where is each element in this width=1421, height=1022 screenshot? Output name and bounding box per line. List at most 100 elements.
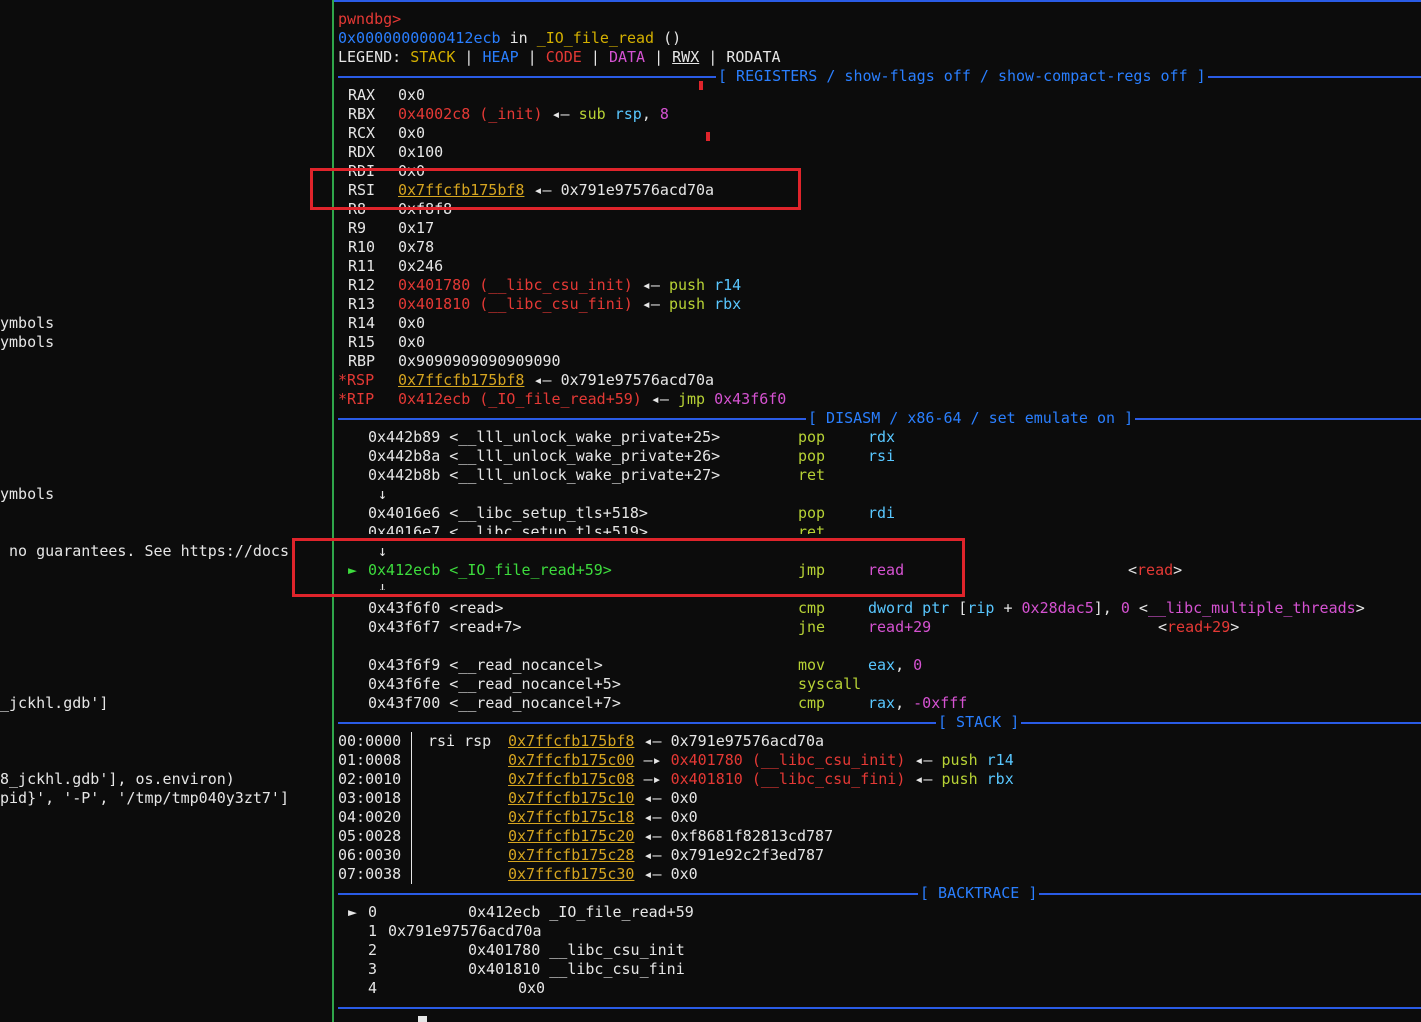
stack-entry: 0x7ffcfb175c10 ◂— 0x0 [508,789,698,807]
disasm-operands: read+29 [868,618,932,636]
disasm-operands: rax, -0xfff [868,694,968,712]
disasm-line: 0x43f6f9 <__read_nocancel> [368,656,603,674]
left-line: pid}', '-P', '/tmp/tmp040y3zt7'] [0,789,289,807]
jump-target: <read+29> [1158,618,1240,636]
register-rax: RAX [348,86,376,104]
stack-offset: 05:0028 [338,827,402,845]
disasm-mnemonic: cmp [798,599,826,617]
register-value: 0x78 [398,238,435,256]
stack-entry: 0x7ffcfb175c28 ◂— 0x791e92c2f3ed787 [508,846,825,864]
register-value: 0x401780 (__libc_csu_init) ◂— push r14 [398,276,742,294]
register-value: 0x0 [398,333,426,351]
disasm-line: 0x43f6f7 <read+7> [368,618,522,636]
register-value: 0x17 [398,219,435,237]
disasm-operands: eax, 0 [868,656,923,674]
disasm-mnemonic: ret [798,466,826,484]
disasm-operands: rdx [868,428,896,446]
disasm-line: 0x43f700 <__read_nocancel+7> [368,694,621,712]
highlight-box-rsi [310,168,801,210]
disasm-mnemonic: pop [798,504,826,522]
disasm-operands: dword ptr [rip + 0x28dac5], 0 <__libc_mu… [868,599,1365,617]
legend-code: CODE [545,48,582,66]
backtrace-frame: 0x401810 __libc_csu_fini [468,960,685,978]
disasm-mnemonic: syscall [798,675,862,693]
left-terminal-pane[interactable]: ymbols ymbols ymbols no guarantees. See … [0,0,332,1022]
backtrace-index: 2 [368,941,378,959]
stack-entry: 0x7ffcfb175c30 ◂— 0x0 [508,865,698,883]
backtrace-index: 0 [368,903,378,921]
left-line: ymbols [0,333,55,351]
register-rip: *RIP [338,390,375,408]
disasm-mnemonic: pop [798,447,826,465]
disasm-line: 0x442b8b <__lll_unlock_wake_private+27> [368,466,721,484]
register-rdx: RDX [348,143,376,161]
stack-entry: 0x7ffcfb175c18 ◂— 0x0 [508,808,698,826]
backtrace-marker-icon: ► [348,903,358,921]
disasm-line: 0x442b8a <__lll_unlock_wake_private+26> [368,447,721,465]
annotation-marker [699,81,703,90]
disasm-line: 0x442b89 <__lll_unlock_wake_private+25> [368,428,721,446]
stack-entry: 0x7ffcfb175c00 —▸ 0x401780 (__libc_csu_i… [508,751,1014,769]
backtrace-rule [338,893,1421,895]
location-address: 0x0000000000412ecb [338,29,501,47]
register-value: 0x9090909090909090 [398,352,561,370]
disasm-mnemonic: mov [798,656,826,674]
left-line: _jckhl.gdb'] [0,694,109,712]
register-r13: R13 [348,295,376,313]
disasm-mnemonic: cmp [798,694,826,712]
stack-offset: 04:0020 [338,808,402,826]
disasm-line: 0x4016e6 <__libc_setup_tls+518> [368,504,648,522]
register-value: 0x401810 (__libc_csu_fini) ◂— push rbx [398,295,742,313]
bottom-rule [338,1007,1421,1009]
register-r10: R10 [348,238,376,256]
legend-stack: STACK [410,48,456,66]
down-arrow-icon: ↓ [378,485,388,503]
disasm-operands: rdi [868,504,896,522]
pwndbg-terminal-pane[interactable]: pwndbg> 0x0000000000412ecb in _IO_file_r… [334,0,1421,1022]
stack-offset: 00:0000 [338,732,402,750]
register-rsp: *RSP [338,371,375,389]
left-line: ymbols [0,485,55,503]
register-r9: R9 [348,219,367,237]
legend-line: LEGEND: STACK | HEAP | CODE | DATA | RWX… [338,48,781,66]
register-value: 0x246 [398,257,444,275]
stack-divider [411,732,412,884]
disasm-line: 0x43f6fe <__read_nocancel+5> [368,675,621,693]
stack-header: [ STACK ] [936,713,1022,732]
stack-offset: 03:0018 [338,789,402,807]
disasm-line: 0x4016e7 <__libc_setup_tls+519> [368,523,648,534]
top-rule [334,0,1421,2]
left-line: 8_jckhl.gdb'], os.environ) [0,770,235,788]
stack-entry: 0x7ffcfb175bf8 ◂— 0x791e97576acd70a [508,732,825,750]
stack-entry: 0x7ffcfb175c20 ◂— 0xf8681f82813cd787 [508,827,834,845]
stack-offset: 06:0030 [338,846,402,864]
register-value: 0x412ecb (_IO_file_read+59) ◂— jmp 0x43f… [398,390,787,408]
register-r11: R11 [348,257,376,275]
legend-rodata: RODATA [726,48,781,66]
current-location: 0x0000000000412ecb in _IO_file_read () [338,29,682,47]
disasm-mnemonic: ret [798,523,826,534]
backtrace-index: 4 [368,979,378,997]
stack-entry: 0x7ffcfb175c08 —▸ 0x401810 (__libc_csu_f… [508,770,1014,788]
left-line: ymbols [0,314,55,332]
register-value: 0x7ffcfb175bf8 ◂— 0x791e97576acd70a [398,371,715,389]
register-rcx: RCX [348,124,376,142]
backtrace-index: 1 [368,922,378,940]
disasm-operands: rsi [868,447,896,465]
register-value: 0x0 [398,86,426,104]
terminal-cursor[interactable] [418,1016,427,1022]
stack-rule [338,722,1421,724]
backtrace-header: [ BACKTRACE ] [918,884,1040,903]
registers-header: [ REGISTERS / show-flags off / show-comp… [716,67,1208,86]
pwndbg-prompt: pwndbg> [338,10,402,28]
highlight-box-current-instruction [292,538,965,597]
stack-offset: 07:0038 [338,865,402,883]
register-rbp: RBP [348,352,376,370]
left-line: no guarantees. See https://docs. [0,542,299,560]
register-value: 0x0 [398,314,426,332]
stack-offset: 02:0010 [338,770,402,788]
disasm-header: [ DISASM / x86-64 / set emulate on ] [806,409,1136,428]
disasm-mnemonic: pop [798,428,826,446]
register-value: 0x0 [398,124,426,142]
backtrace-frame: 0x0 [518,979,546,997]
